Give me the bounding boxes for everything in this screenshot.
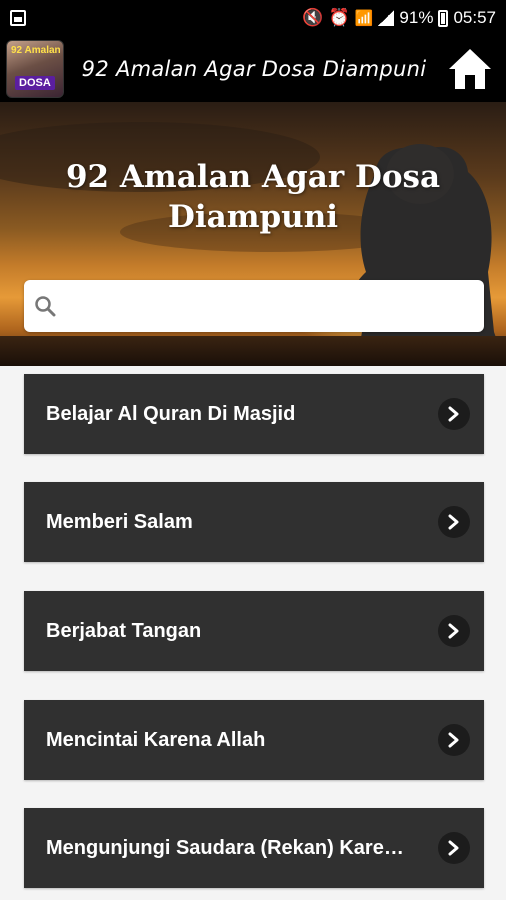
battery-icon [438, 9, 449, 27]
list-item[interactable]: Mencintai Karena Allah [24, 700, 484, 780]
search-input[interactable] [56, 286, 484, 326]
list-item[interactable]: Mengunjungi Saudara (Rekan) Kare… [24, 808, 484, 888]
home-button[interactable] [444, 43, 496, 95]
list-item[interactable]: Belajar Al Quran Di Masjid [24, 374, 484, 454]
alarm-icon: ⏰ [328, 8, 350, 27]
banner-ground [0, 336, 506, 366]
battery-percent: 91% [399, 8, 434, 27]
list-item-label: Berjabat Tangan [46, 619, 202, 642]
search-box[interactable] [24, 280, 484, 332]
list-item-label: Mengunjungi Saudara (Rekan) Kare… [46, 836, 404, 859]
clock: 05:57 [453, 8, 496, 27]
gallery-notification-icon [10, 10, 26, 26]
search-icon [35, 296, 56, 317]
banner-title-text: 92 Amalan Agar Dosa Diampuni [65, 159, 441, 235]
signal-icon [378, 10, 395, 26]
amalan-list: Belajar Al Quran Di Masjid Memberi Salam… [0, 366, 506, 900]
status-left [10, 10, 302, 26]
list-item-label: Mencintai Karena Allah [46, 728, 266, 751]
chevron-right-icon [438, 832, 470, 864]
list-item[interactable]: Memberi Salam [24, 482, 484, 562]
list-item[interactable]: Berjabat Tangan [24, 591, 484, 671]
chevron-right-icon [438, 724, 470, 756]
wifi-icon: 📶 [354, 10, 374, 27]
app-logo-text-top: 92 Amalan [11, 45, 61, 56]
list-item-label: Belajar Al Quran Di Masjid [46, 402, 296, 425]
status-bar: 🔇 ⏰ 📶 91% 05:57 [0, 0, 506, 36]
status-right: 🔇 ⏰ 📶 91% 05:57 [302, 8, 496, 28]
list-item-label: Memberi Salam [46, 510, 193, 533]
app-bar: 92 Amalan DOSA 92 Amalan Agar Dosa Diamp… [0, 36, 506, 102]
app-logo-text-bottom: DOSA [15, 76, 55, 90]
chevron-right-icon [438, 506, 470, 538]
chevron-right-icon [438, 615, 470, 647]
home-icon [449, 49, 491, 89]
app-title: 92 Amalan Agar Dosa Diampuni [81, 57, 427, 81]
banner-title: 92 Amalan Agar Dosa Diampuni [0, 157, 506, 237]
chevron-right-icon [438, 398, 470, 430]
header-banner: 92 Amalan Agar Dosa Diampuni [0, 102, 506, 366]
app-logo-icon: 92 Amalan DOSA [6, 40, 64, 98]
mute-icon: 🔇 [302, 8, 324, 27]
